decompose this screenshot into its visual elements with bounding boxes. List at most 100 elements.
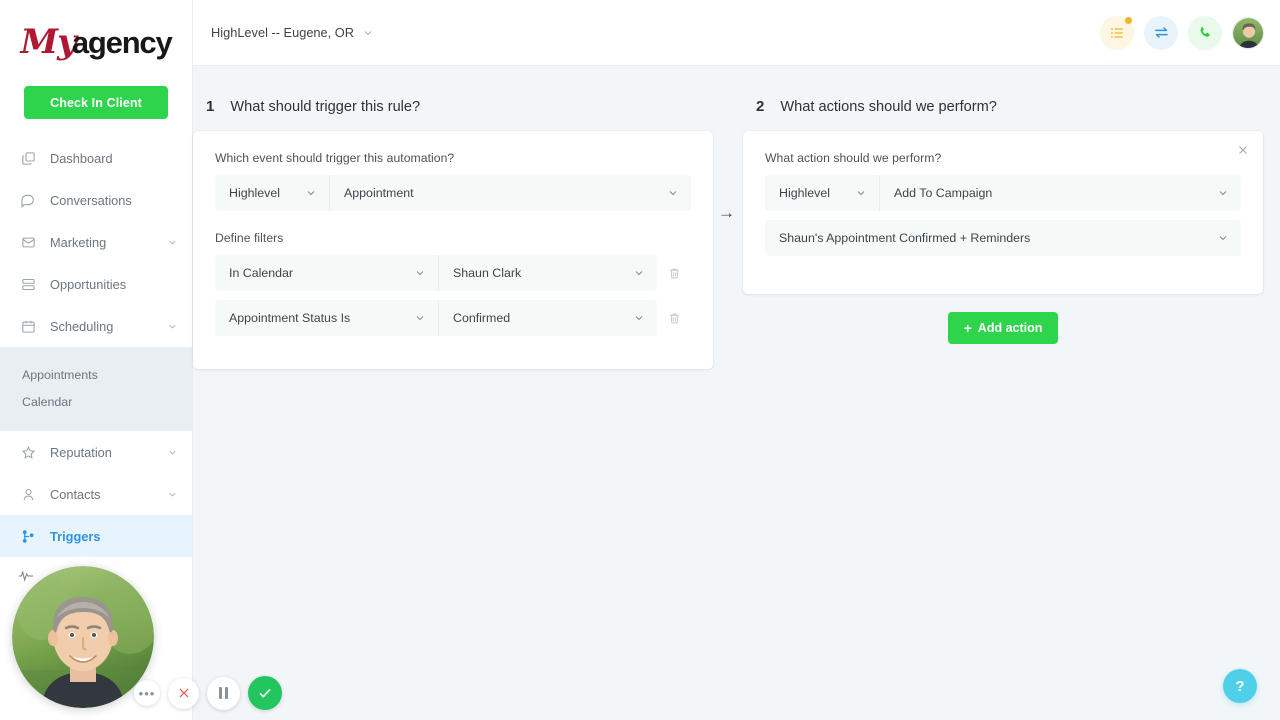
- delete-filter-icon[interactable]: [657, 300, 691, 336]
- sidebar-item-label: Conversations: [50, 192, 132, 208]
- star-icon: [18, 442, 38, 462]
- phone-icon[interactable]: [1188, 15, 1222, 50]
- action-panel-title: What actions should we perform?: [780, 99, 997, 115]
- trigger-source-value: Highlevel: [229, 186, 280, 200]
- topbar-icon-group: [1100, 15, 1264, 50]
- campaign-value: Shaun's Appointment Confirmed + Reminder…: [779, 231, 1031, 245]
- calendar-icon: [18, 316, 38, 336]
- delete-filter-icon[interactable]: [657, 255, 691, 291]
- chevron-down-icon: [305, 187, 317, 199]
- filter-value-select[interactable]: Shaun Clark: [439, 255, 657, 291]
- location-label: HighLevel -- Eugene, OR: [211, 25, 354, 40]
- sidebar-item-marketing[interactable]: Marketing: [0, 221, 192, 263]
- sidebar-item-reputation[interactable]: Reputation: [0, 431, 192, 473]
- sidebar-item-conversations[interactable]: Conversations: [0, 179, 192, 221]
- action-source-select[interactable]: Highlevel: [765, 175, 880, 211]
- avatar[interactable]: [1232, 16, 1264, 49]
- trigger-panel-header: 1 What should trigger this rule?: [193, 98, 713, 115]
- main-area: HighLevel -- Eugene, OR → 1 What should …: [193, 0, 1280, 720]
- check-in-client-wrap: Check In Client: [0, 78, 192, 133]
- chevron-down-icon: [667, 187, 679, 199]
- app-logo: Myagency: [0, 0, 192, 78]
- sidebar-item-label: Scheduling: [50, 318, 114, 334]
- filter-value-value: Confirmed: [453, 311, 511, 325]
- campaign-select-row: Shaun's Appointment Confirmed + Reminder…: [765, 220, 1241, 256]
- filter-row: Appointment Status Is Confirmed: [215, 300, 691, 336]
- mail-icon: [18, 232, 38, 252]
- chevron-down-icon: [166, 320, 178, 332]
- chevron-down-icon: [362, 27, 374, 39]
- filter-value-value: Shaun Clark: [453, 266, 522, 280]
- filter-selects: In Calendar Shaun Clark: [215, 255, 657, 291]
- cancel-recording-button[interactable]: [168, 677, 199, 709]
- chat-bubble-icon: [18, 190, 38, 210]
- filter-field-value: In Calendar: [229, 266, 294, 280]
- filter-field-value: Appointment Status Is: [229, 311, 351, 325]
- filter-field-select[interactable]: In Calendar: [215, 255, 439, 291]
- filter-field-select[interactable]: Appointment Status Is: [215, 300, 439, 336]
- add-action-wrap: + Add action: [743, 312, 1263, 344]
- trigger-column: 1 What should trigger this rule? Which e…: [193, 98, 713, 369]
- chevron-down-icon: [166, 236, 178, 248]
- trigger-source-select[interactable]: Highlevel: [215, 175, 330, 211]
- sidebar-item-label: Dashboard: [50, 150, 113, 166]
- action-select-row: Highlevel Add To Campaign: [765, 175, 1241, 211]
- action-step-number: 2: [756, 98, 765, 115]
- add-action-button[interactable]: + Add action: [947, 312, 1059, 344]
- sidebar-subitem-calendar[interactable]: Calendar: [0, 388, 192, 415]
- define-filters-label: Define filters: [215, 231, 284, 245]
- help-button[interactable]: ?: [1223, 669, 1257, 703]
- logo-text-my: My: [20, 22, 76, 62]
- chevron-down-icon: [633, 312, 645, 324]
- chevron-down-icon: [1217, 232, 1229, 244]
- sidebar-item-contacts[interactable]: Contacts: [0, 473, 192, 515]
- tasks-list-icon[interactable]: [1100, 15, 1134, 50]
- action-panel-header: 2 What actions should we perform?: [743, 98, 1263, 115]
- chevron-down-icon: [633, 267, 645, 279]
- sidebar-item-triggers[interactable]: Triggers: [0, 515, 192, 557]
- chevron-down-icon: [414, 312, 426, 324]
- sidebar-nav: Dashboard Conversations Marketing Opport…: [0, 133, 192, 557]
- finish-recording-button[interactable]: [248, 676, 282, 710]
- submenu-item-label: Calendar: [22, 394, 73, 409]
- trigger-event-label: Which event should trigger this automati…: [215, 151, 455, 165]
- sidebar-item-label: Contacts: [50, 486, 101, 502]
- campaign-select[interactable]: Shaun's Appointment Confirmed + Reminder…: [765, 220, 1241, 256]
- more-options-button[interactable]: •••: [134, 680, 160, 706]
- action-field-label: What action should we perform?: [765, 151, 942, 165]
- filter-value-select[interactable]: Confirmed: [439, 300, 657, 336]
- sidebar-item-label: Reputation: [50, 444, 112, 460]
- sidebar-item-dashboard[interactable]: Dashboard: [0, 137, 192, 179]
- check-in-client-button[interactable]: Check In Client: [24, 86, 168, 119]
- person-icon: [18, 484, 38, 504]
- chevron-down-icon: [166, 488, 178, 500]
- pause-recording-button[interactable]: [207, 676, 240, 710]
- action-type-select[interactable]: Add To Campaign: [880, 175, 1241, 211]
- plus-icon: +: [963, 320, 972, 336]
- location-selector[interactable]: HighLevel -- Eugene, OR: [211, 25, 374, 40]
- sidebar-item-scheduling[interactable]: Scheduling: [0, 305, 192, 347]
- video-preview-bubble[interactable]: [12, 566, 154, 708]
- sidebar-item-label: Triggers: [50, 528, 101, 544]
- logo-text-agency: agency: [71, 25, 173, 60]
- flow-arrow-icon: →: [718, 203, 735, 222]
- waveform-icon: [18, 568, 34, 584]
- add-action-label: Add action: [977, 321, 1043, 335]
- trigger-event-select-row: Highlevel Appointment: [215, 175, 691, 211]
- action-type-value: Add To Campaign: [894, 186, 993, 200]
- recording-controls: •••: [134, 676, 282, 710]
- close-icon[interactable]: [1233, 140, 1253, 160]
- trigger-step-number: 1: [206, 98, 215, 115]
- branch-icon: [18, 526, 38, 546]
- action-source-value: Highlevel: [779, 186, 830, 200]
- action-card: What action should we perform? Highlevel…: [743, 131, 1263, 294]
- chevron-down-icon: [1217, 187, 1229, 199]
- trigger-event-select[interactable]: Appointment: [330, 175, 691, 211]
- trigger-card: Which event should trigger this automati…: [193, 131, 713, 369]
- sidebar-subitem-appointments[interactable]: Appointments: [0, 361, 192, 388]
- action-column: 2 What actions should we perform? What a…: [743, 98, 1263, 344]
- swap-arrows-icon[interactable]: [1144, 15, 1178, 50]
- chevron-down-icon: [414, 267, 426, 279]
- sidebar-item-opportunities[interactable]: Opportunities: [0, 263, 192, 305]
- copy-icon: [18, 148, 38, 168]
